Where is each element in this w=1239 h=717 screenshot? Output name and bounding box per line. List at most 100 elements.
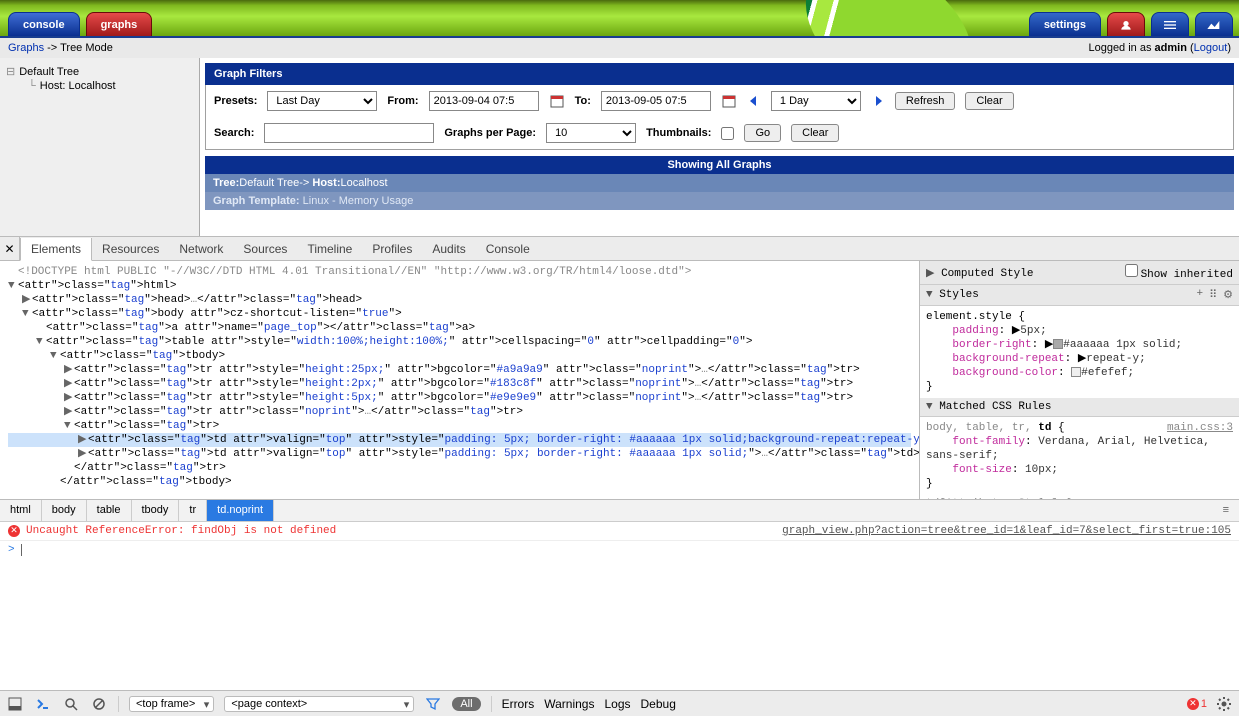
range-select[interactable]: 1 Day <box>771 91 861 111</box>
css-rule[interactable]: padding: ▶5px; <box>926 324 1233 338</box>
devtools-tab-resources[interactable]: Resources <box>92 238 169 260</box>
clear2-button[interactable]: Clear <box>791 124 839 142</box>
dom-node[interactable]: ▶<attr">class="tag">td attr">valign="top… <box>8 433 911 447</box>
crumb-td-noprint[interactable]: td.noprint <box>207 500 274 521</box>
statusbar: Graphs -> Tree Mode Logged in as admin (… <box>0 36 1239 58</box>
console-error-row: ✕ Uncaught ReferenceError: findObj is no… <box>0 521 1239 540</box>
matched-label: Matched CSS Rules <box>939 401 1051 413</box>
dom-tree[interactable]: <!DOCTYPE html PUBLIC "-//W3C//DTD HTML … <box>0 261 919 499</box>
devtools-tab-audits[interactable]: Audits <box>422 238 475 260</box>
element-style-selector: element.style { <box>926 310 1233 324</box>
css-rule[interactable]: background-color: #efefef; <box>926 366 1233 380</box>
crumb-table[interactable]: table <box>87 500 132 521</box>
dom-node[interactable]: ▼<attr">class="tag">tr> <box>8 419 911 433</box>
logged-in-label: Logged in as <box>1088 42 1154 54</box>
show-inherited-label[interactable]: Show inherited <box>1125 264 1233 281</box>
css-rule[interactable]: border-right: ▶#aaaaaa 1px solid; <box>926 338 1233 352</box>
styles-content: element.style { padding: ▶5px; border-ri… <box>920 306 1239 499</box>
chevron-right-icon: ▶ <box>926 268 941 280</box>
dom-node[interactable]: ▶<attr">class="tag">head>…</attr">class=… <box>8 293 911 307</box>
source-link[interactable]: main.css:3 <box>1167 421 1233 435</box>
dom-node[interactable]: ▼<attr">class="tag">body attr">cz-shortc… <box>8 307 911 321</box>
from-input[interactable] <box>429 91 539 111</box>
time-forward-icon[interactable] <box>871 94 885 108</box>
dom-node[interactable]: ▶<attr">class="tag">td attr">valign="top… <box>8 447 911 461</box>
styles-header[interactable]: ▼ Styles +⠿⚙ <box>920 285 1239 306</box>
calendar-icon[interactable] <box>721 93 737 109</box>
view-preview-icon-tab[interactable] <box>1195 12 1233 36</box>
dom-node[interactable]: ▶<attr">class="tag">tr attr">style="heig… <box>8 391 911 405</box>
css-rule[interactable]: background-repeat: ▶repeat-y; <box>926 352 1233 366</box>
host-value: Localhost <box>340 177 387 189</box>
dom-node[interactable]: <attr">class="tag">a attr">name="page_to… <box>8 321 911 335</box>
dom-node[interactable]: ▶<attr">class="tag">tr attr">style="heig… <box>8 377 911 391</box>
logout-link[interactable]: Logout <box>1194 42 1228 54</box>
search-input[interactable] <box>264 123 434 143</box>
gpp-select[interactable]: 10 <box>546 123 636 143</box>
dom-node[interactable]: ▶<attr">class="tag">tr attr">class="nopr… <box>8 405 911 419</box>
header-swoosh <box>792 0 987 36</box>
css-rule[interactable]: font-size: 10px; <box>926 463 1233 477</box>
show-inherited-checkbox[interactable] <box>1125 264 1138 277</box>
presets-select[interactable]: Last Day <box>267 91 377 111</box>
main-pane: Graph Filters Presets: Last Day From: To… <box>200 58 1239 236</box>
dom-node[interactable]: ▼<attr">class="tag">tbody> <box>8 349 911 363</box>
filters-title: Graph Filters <box>205 63 1234 85</box>
css-rule[interactable]: font-family: Verdana, Arial, Helvetica, … <box>926 435 1233 463</box>
dom-node[interactable]: </attr">class="tag">tbody> <box>8 475 911 489</box>
toggle-state-icon[interactable]: ⠿ <box>1209 288 1217 302</box>
dom-node[interactable]: </attr">class="tag">tr> <box>8 461 911 475</box>
chart-icon <box>1206 19 1222 31</box>
console-source-link[interactable]: graph_view.php?action=tree&tree_id=1&lea… <box>782 525 1231 537</box>
time-back-icon[interactable] <box>747 94 761 108</box>
tree-root[interactable]: ⊟Default Tree <box>6 64 193 79</box>
devtools: ✕ ElementsResourcesNetworkSourcesTimelin… <box>0 236 1239 690</box>
calendar-icon[interactable] <box>549 93 565 109</box>
dom-node[interactable]: ▼<attr">class="tag">html> <box>8 279 911 293</box>
devtools-tab-elements[interactable]: Elements <box>20 238 92 261</box>
tree-root-label: Default Tree <box>19 66 79 78</box>
crumb-menu-icon[interactable]: ≡ <box>1213 500 1239 521</box>
tree-leaf-icon: └ <box>28 80 36 92</box>
devtools-tab-timeline[interactable]: Timeline <box>297 238 362 260</box>
devtools-tab-console[interactable]: Console <box>476 238 540 260</box>
right-tabs: settings <box>1029 12 1239 36</box>
new-rule-icon[interactable]: + <box>1196 288 1203 302</box>
tab-settings[interactable]: settings <box>1029 12 1101 36</box>
filters-row-2: Search: Graphs per Page: 10 Thumbnails: … <box>206 117 1233 149</box>
view-list-icon-tab[interactable] <box>1151 12 1189 36</box>
thumbnails-checkbox[interactable] <box>721 127 734 140</box>
dom-node[interactable]: ▶<attr">class="tag">tr attr">style="heig… <box>8 363 911 377</box>
computed-style-header[interactable]: ▶ Computed Style Show inherited <box>920 261 1239 285</box>
dom-node[interactable]: ▼<attr">class="tag">table attr">style="w… <box>8 335 911 349</box>
to-input[interactable] <box>601 91 711 111</box>
crumb-tr[interactable]: tr <box>179 500 207 521</box>
tree-icon <box>1118 19 1134 31</box>
breadcrumb-path: htmlbodytabletbodytrtd.noprint ≡ <box>0 499 1239 521</box>
devtools-tab-sources[interactable]: Sources <box>233 238 297 260</box>
tree-label: Tree: <box>213 177 239 189</box>
error-icon: ✕ <box>8 525 20 537</box>
tree-host[interactable]: └Host: Localhost <box>6 79 193 93</box>
crumb-body[interactable]: body <box>42 500 87 521</box>
login-status: Logged in as admin (Logout) <box>1088 42 1231 54</box>
tab-graphs[interactable]: graphs <box>86 12 153 36</box>
devtools-tab-network[interactable]: Network <box>169 238 233 260</box>
console-prompt[interactable]: > <box>0 540 1239 690</box>
matched-rules-header[interactable]: ▼ Matched CSS Rules <box>920 398 1239 417</box>
crumb-tbody[interactable]: tbody <box>132 500 180 521</box>
clear-button[interactable]: Clear <box>965 92 1013 110</box>
host-label: Host: <box>312 177 340 189</box>
view-tree-icon-tab[interactable] <box>1107 12 1145 36</box>
tab-console[interactable]: console <box>8 12 80 36</box>
show-inherited-text: Show inherited <box>1141 269 1233 281</box>
devtools-close-icon[interactable]: ✕ <box>0 237 20 260</box>
go-button[interactable]: Go <box>744 124 781 142</box>
dom-node[interactable]: <!DOCTYPE html PUBLIC "-//W3C//DTD HTML … <box>8 265 911 279</box>
devtools-tab-profiles[interactable]: Profiles <box>362 238 422 260</box>
logged-in-user: admin <box>1155 42 1187 54</box>
refresh-button[interactable]: Refresh <box>895 92 956 110</box>
gear-icon[interactable]: ⚙ <box>1223 288 1233 302</box>
breadcrumb-graphs[interactable]: Graphs <box>8 42 44 54</box>
crumb-html[interactable]: html <box>0 500 42 521</box>
